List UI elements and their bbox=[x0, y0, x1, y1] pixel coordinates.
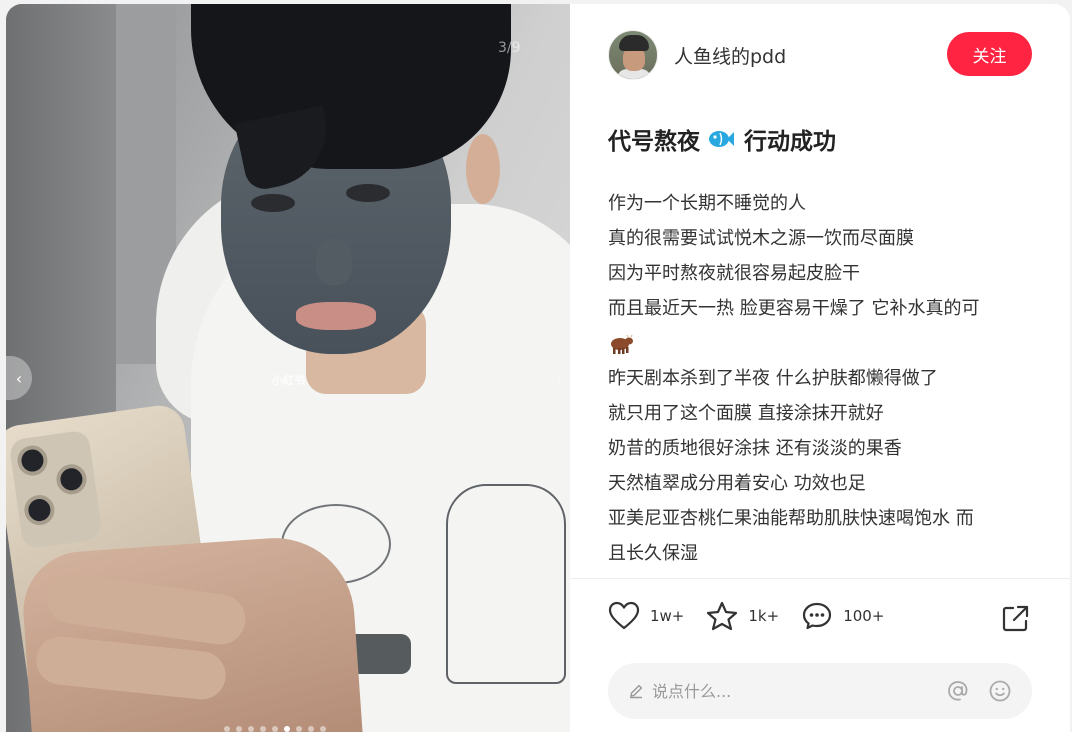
share-button[interactable] bbox=[1000, 604, 1030, 638]
mention-icon[interactable] bbox=[946, 679, 970, 703]
carousel-dot[interactable] bbox=[272, 726, 278, 732]
engagement-bar: 1w+ 1k+ 100+ bbox=[608, 601, 906, 631]
pencil-icon bbox=[630, 684, 643, 699]
note-body: 作为一个长期不睡觉的人真的很需要试试悦木之源一饮而尽面膜 因为平时熬夜就很容易起皮… bbox=[608, 186, 1038, 571]
emoji-icon[interactable] bbox=[988, 679, 1012, 703]
note-body-line: 就只用了这个面膜 直接涂抹开就好 bbox=[608, 403, 884, 424]
note-body-line bbox=[608, 326, 1038, 361]
comment-input-box[interactable] bbox=[608, 663, 1032, 719]
carousel-dot[interactable] bbox=[260, 726, 266, 732]
carousel-dot[interactable] bbox=[284, 726, 290, 732]
collect-button[interactable]: 1k+ bbox=[706, 601, 779, 631]
fish-emoji-icon bbox=[708, 128, 734, 150]
author-info[interactable]: 人鱼线的pdd bbox=[608, 30, 786, 80]
chevron-left-icon: ‹ bbox=[15, 368, 23, 388]
shirt-print-figure bbox=[446, 484, 566, 684]
camera-lens bbox=[15, 443, 50, 478]
ear bbox=[466, 134, 500, 204]
left-eye bbox=[251, 194, 295, 212]
note-content[interactable]: 代号熬夜 行动成功 作为一个长期不睡觉的人真的很需要试试悦木之源一饮而尽面膜 因为… bbox=[570, 100, 1070, 578]
cow-emoji-icon bbox=[611, 334, 633, 354]
avatar-cap bbox=[619, 35, 649, 51]
note-image-carousel[interactable]: 3/9 小红书 ‹ › bbox=[6, 4, 570, 732]
note-body-line: 因为平时熬夜就很容易起皮脸干 bbox=[608, 263, 860, 284]
right-eye bbox=[346, 184, 390, 202]
carousel-dot[interactable] bbox=[296, 726, 302, 732]
avatar[interactable] bbox=[608, 30, 658, 80]
lips bbox=[296, 302, 376, 330]
follow-button[interactable]: 关注 bbox=[947, 32, 1032, 76]
carousel-dot[interactable] bbox=[224, 726, 230, 732]
like-button[interactable]: 1w+ bbox=[608, 601, 684, 631]
carousel-indicator bbox=[224, 726, 326, 732]
carousel-dot[interactable] bbox=[248, 726, 254, 732]
image-counter: 3/9 bbox=[498, 40, 521, 56]
note-body-line: 作为一个长期不睡觉的人 bbox=[608, 193, 806, 214]
note-body-line: 昨天剧本杀到了半夜 什么护肤都懒得做了 bbox=[608, 368, 938, 389]
note-card: 3/9 小红书 ‹ › 人鱼线的pdd 关注 代号熬夜 行动成功 作为一个长期不… bbox=[6, 4, 1070, 732]
note-body-line: 亚美尼亚杏桃仁果油能帮助肌肤快速喝饱水 而 bbox=[608, 508, 974, 529]
share-icon bbox=[1002, 605, 1029, 632]
comment-button[interactable]: 100+ bbox=[801, 601, 884, 631]
carousel-dot[interactable] bbox=[236, 726, 242, 732]
xiaohongshu-watermark: 小红书 bbox=[272, 374, 305, 387]
comment-input[interactable] bbox=[652, 681, 946, 701]
note-body-line: 奶昔的质地很好涂抹 还有淡淡的果香 bbox=[608, 438, 902, 459]
note-title: 代号熬夜 行动成功 bbox=[608, 122, 836, 156]
note-detail-panel: 人鱼线的pdd 关注 代号熬夜 行动成功 作为一个长期不睡觉的人真的很需要试试悦… bbox=[570, 4, 1070, 732]
camera-lens bbox=[54, 462, 89, 497]
like-icon bbox=[608, 601, 640, 630]
divider bbox=[570, 578, 1070, 579]
comment-count: 100+ bbox=[843, 607, 885, 625]
note-title-part2: 行动成功 bbox=[744, 129, 836, 155]
chevron-right-icon: › bbox=[555, 368, 563, 388]
phone-camera bbox=[8, 429, 103, 550]
note-body-line: 而且最近天一热 脸更容易干燥了 它补水真的可 bbox=[608, 298, 980, 319]
collect-icon bbox=[707, 601, 738, 631]
carousel-dot[interactable] bbox=[308, 726, 314, 732]
note-body-line: 且长久保湿 bbox=[608, 543, 698, 564]
camera-lens bbox=[22, 493, 57, 528]
comment-input-tools bbox=[946, 679, 1012, 703]
collect-count: 1k+ bbox=[748, 607, 780, 625]
note-body-line: 真的很需要试试悦木之源一饮而尽面膜 bbox=[608, 228, 914, 249]
note-body-line: 天然植翠成分用着安心 功效也足 bbox=[608, 473, 866, 494]
note-title-part1: 代号熬夜 bbox=[608, 129, 700, 155]
comment-icon bbox=[803, 602, 832, 630]
like-count: 1w+ bbox=[650, 607, 685, 625]
nose bbox=[316, 239, 352, 285]
carousel-dot[interactable] bbox=[320, 726, 326, 732]
author-name[interactable]: 人鱼线的pdd bbox=[674, 42, 786, 69]
